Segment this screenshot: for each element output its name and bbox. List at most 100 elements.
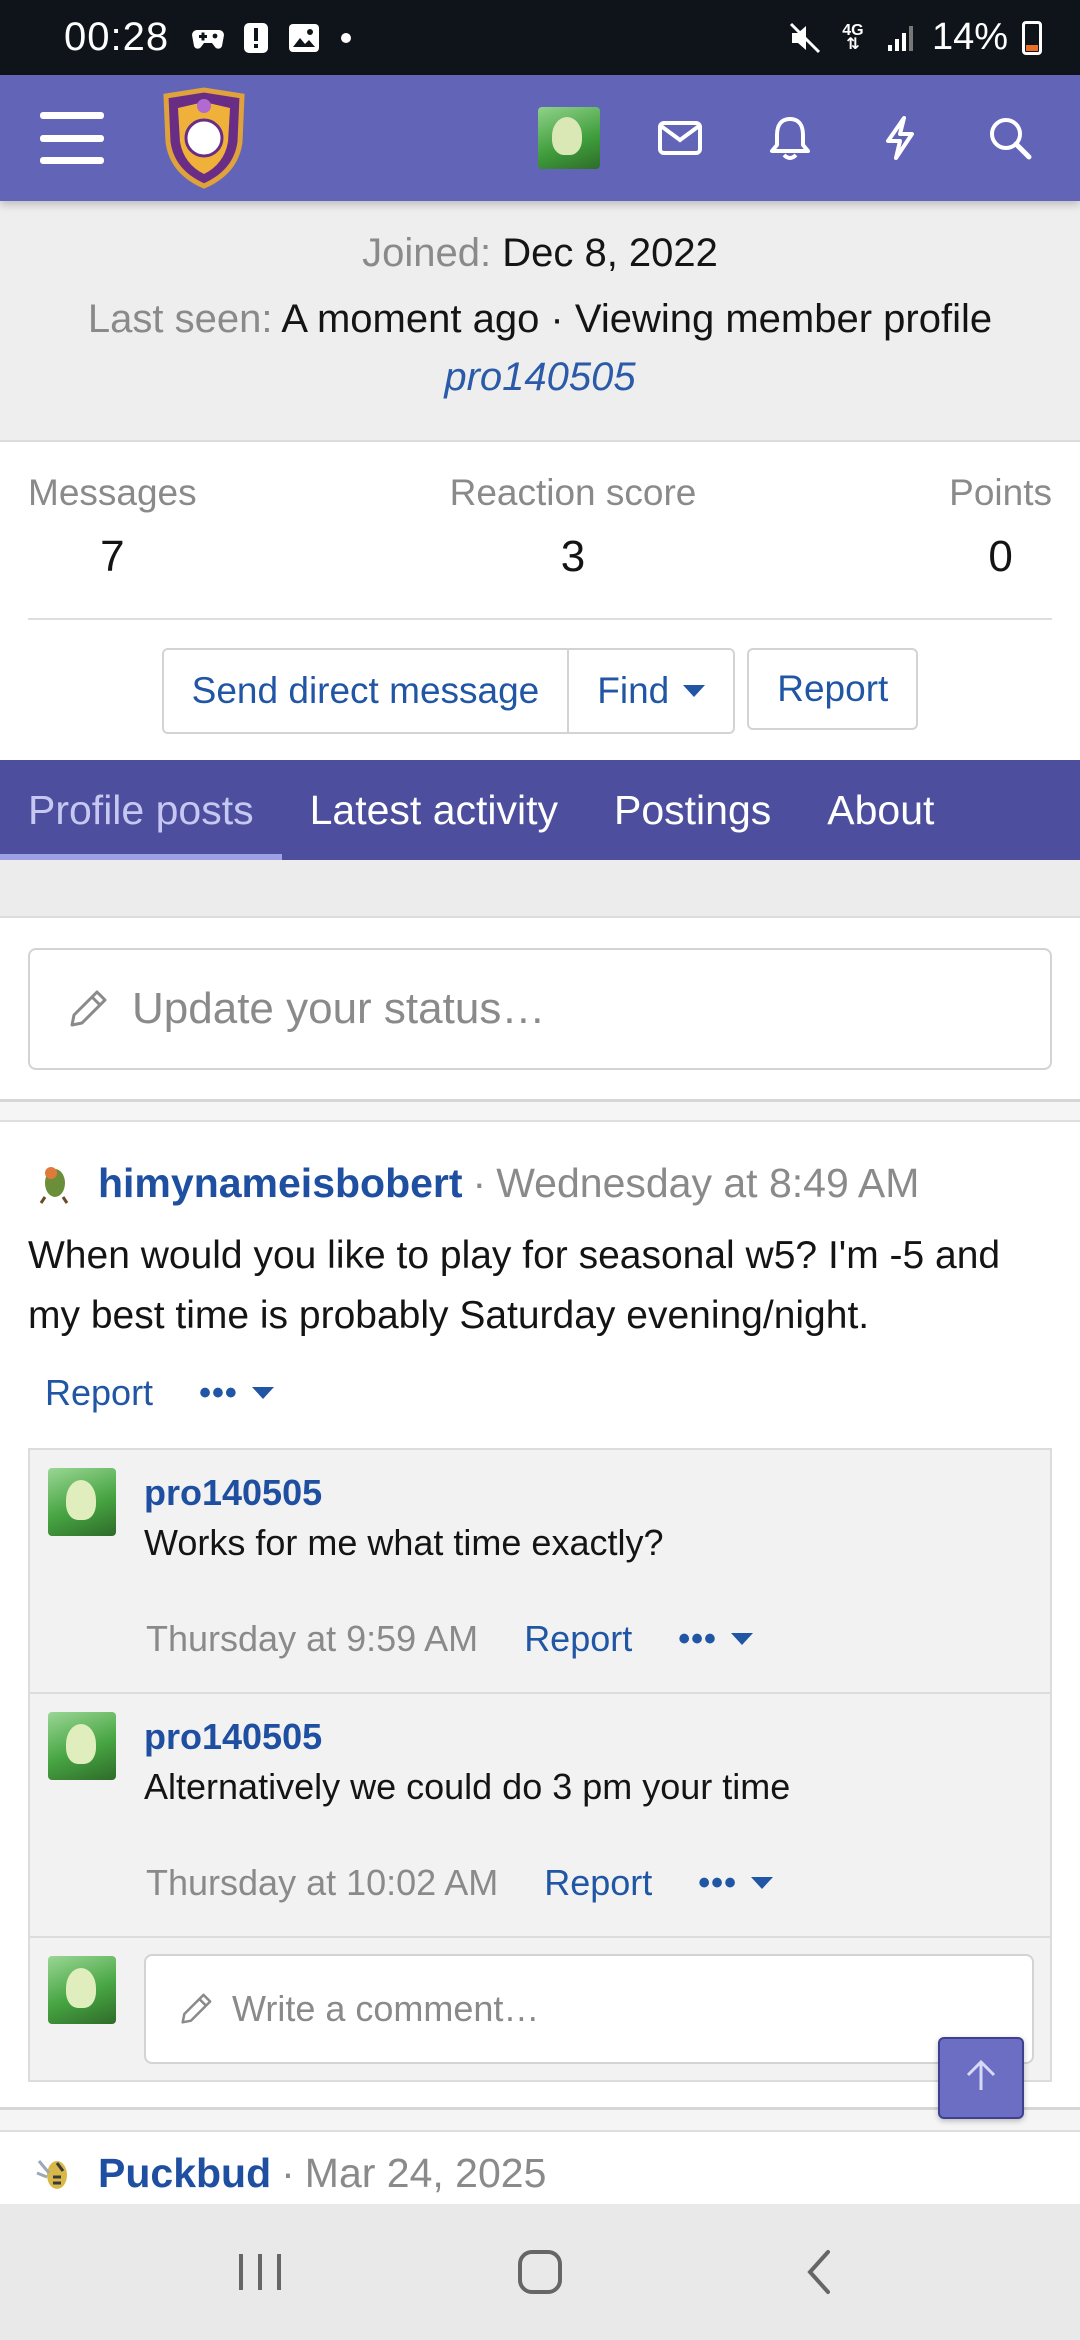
comment-text: Alternatively we could do 3 pm your time xyxy=(144,1766,791,1807)
comment-item: pro140505 Works for me what time exactly… xyxy=(30,1450,1050,1694)
write-comment-row: Write a comment… xyxy=(30,1938,1050,2084)
separator: · xyxy=(472,1159,487,1206)
more-dots-icon: ••• xyxy=(199,1373,238,1412)
comment-item: pro140505 Alternatively we could do 3 pm… xyxy=(30,1694,1050,1938)
post-author-link[interactable]: Puckbud xyxy=(98,2150,271,2197)
action-button-group: Send direct message Find xyxy=(161,648,736,734)
stat-label: Reaction score xyxy=(449,472,697,513)
pencil-icon xyxy=(176,1989,216,2029)
stat-reaction-score: Reaction score 3 xyxy=(0,472,1080,582)
tab-postings[interactable]: Postings xyxy=(586,760,799,860)
comment-author-link[interactable]: pro140505 xyxy=(144,1716,322,1758)
battery-percent: 14% xyxy=(931,16,1008,58)
divider xyxy=(28,618,1052,620)
system-navigation-bar xyxy=(0,2204,1080,2340)
comment-meta: Thursday at 9:59 AM Report ••• xyxy=(146,1618,753,1660)
status-time: 00:28 xyxy=(64,15,170,59)
more-dots-icon: ••• xyxy=(678,1619,717,1658)
poster-avatar[interactable] xyxy=(28,2146,82,2200)
comment-avatar[interactable] xyxy=(48,1712,116,1780)
pencil-icon xyxy=(64,985,112,1033)
more-notifications-dot xyxy=(341,32,352,43)
comment-report-link[interactable]: Report xyxy=(544,1862,652,1904)
post-body: When would you like to play for seasonal… xyxy=(28,1234,1001,1337)
bell-icon[interactable] xyxy=(760,108,820,168)
profile-post: himynameisbobert · Wednesday at 8:49 AM … xyxy=(0,1120,1080,2110)
signal-icon xyxy=(884,21,918,55)
back-icon[interactable] xyxy=(780,2232,860,2312)
status-bar: 00:28 4G ⇅ 14% xyxy=(0,0,1080,75)
caret-down-icon xyxy=(750,1877,773,1889)
find-button[interactable]: Find xyxy=(567,650,734,732)
home-icon[interactable] xyxy=(500,2232,580,2312)
joined-label: Joined: xyxy=(362,231,492,275)
profile-header: Joined: Dec 8, 2022 Last seen: A moment … xyxy=(0,201,1080,442)
joined-value: Dec 8, 2022 xyxy=(502,231,718,275)
battery-icon xyxy=(1022,20,1042,55)
comment-more-menu[interactable]: ••• xyxy=(698,1864,773,1903)
poster-avatar[interactable] xyxy=(28,1156,82,1210)
comment-avatar[interactable] xyxy=(48,1468,116,1536)
current-user-avatar xyxy=(48,1956,116,2024)
report-profile-button[interactable]: Report xyxy=(747,648,919,730)
post-actions: Report ••• xyxy=(45,1372,274,1414)
site-logo[interactable] xyxy=(156,86,252,190)
profile-stats: Messages 7 Reaction score 3 Points 0 Sen… xyxy=(0,442,1080,760)
comment-placeholder: Write a comment… xyxy=(232,1988,540,2029)
recent-apps-icon[interactable] xyxy=(220,2232,300,2312)
data-arrows-icon: ⇅ xyxy=(846,35,860,53)
system-icons: 4G ⇅ 14% xyxy=(788,16,1042,59)
lightning-icon[interactable] xyxy=(870,108,930,168)
stat-label: Points xyxy=(949,472,1052,513)
caret-down-icon xyxy=(730,1633,753,1645)
mute-icon xyxy=(788,21,822,55)
joined-line: Joined: Dec 8, 2022 xyxy=(0,231,1080,276)
comment-time[interactable]: Thursday at 9:59 AM xyxy=(146,1618,478,1660)
separator: · xyxy=(281,2149,295,2196)
alert-icon xyxy=(239,21,273,55)
arrow-up-icon xyxy=(961,2056,1001,2101)
search-icon[interactable] xyxy=(980,108,1040,168)
caret-down-icon xyxy=(251,1387,274,1399)
stat-value: 3 xyxy=(560,532,586,581)
stat-points[interactable]: Points 0 xyxy=(949,472,1052,582)
tab-latest-activity[interactable]: Latest activity xyxy=(282,760,586,860)
post-header: himynameisbobert · Wednesday at 8:49 AM xyxy=(28,1156,919,1210)
viewing-user-link[interactable]: pro140505 xyxy=(0,355,1080,400)
tab-about[interactable]: About xyxy=(799,760,962,860)
post-date[interactable]: Mar 24, 2025 xyxy=(305,2150,547,2197)
comment-report-link[interactable]: Report xyxy=(524,1618,632,1660)
comment-more-menu[interactable]: ••• xyxy=(678,1620,753,1659)
last-seen-label: Last seen: xyxy=(87,297,273,341)
comment-meta: Thursday at 10:02 AM Report ••• xyxy=(146,1862,773,1904)
last-seen-value: A moment ago · Viewing member profile xyxy=(281,297,993,341)
post-author-link[interactable]: himynameisbobert xyxy=(98,1160,463,1207)
game-controller-icon xyxy=(191,21,225,55)
inbox-icon[interactable] xyxy=(650,108,710,168)
comment-author-link[interactable]: pro140505 xyxy=(144,1472,322,1514)
send-direct-message-button[interactable]: Send direct message xyxy=(163,650,568,732)
menu-icon[interactable] xyxy=(40,112,104,164)
scroll-to-top-button[interactable] xyxy=(938,2037,1024,2119)
post-more-menu[interactable]: ••• xyxy=(199,1374,274,1413)
network-4g-icon: 4G ⇅ xyxy=(836,21,870,55)
tab-profile-posts[interactable]: Profile posts xyxy=(0,760,282,860)
profile-actions: Send direct message Find Report xyxy=(0,648,1080,734)
comments-section: pro140505 Works for me what time exactly… xyxy=(28,1448,1052,2082)
more-dots-icon: ••• xyxy=(698,1863,737,1902)
caret-down-icon xyxy=(683,685,706,697)
post-date[interactable]: Wednesday at 8:49 AM xyxy=(496,1160,919,1207)
stat-value: 0 xyxy=(988,532,1013,581)
top-nav xyxy=(0,75,1080,201)
find-label: Find xyxy=(597,670,670,711)
post-report-link[interactable]: Report xyxy=(45,1372,153,1414)
image-icon xyxy=(287,21,321,55)
user-avatar[interactable] xyxy=(538,107,600,169)
notification-icons xyxy=(191,21,352,55)
status-input[interactable]: Update your status… xyxy=(28,948,1052,1070)
profile-post: Puckbud · Mar 24, 2025 xyxy=(0,2130,1080,2204)
comment-time[interactable]: Thursday at 10:02 AM xyxy=(146,1862,498,1904)
post-header: Puckbud · Mar 24, 2025 xyxy=(28,2146,546,2200)
comment-input[interactable]: Write a comment… xyxy=(144,1954,1034,2064)
profile-tabs: Profile posts Latest activity Postings A… xyxy=(0,760,1080,860)
